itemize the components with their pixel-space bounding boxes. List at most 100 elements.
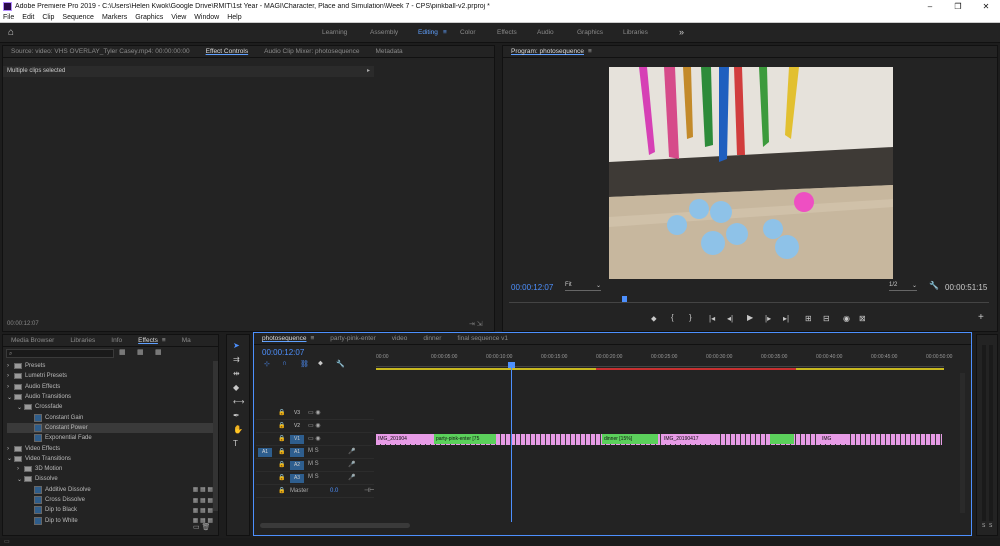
mute-solo-icon[interactable]: M S [308,448,319,454]
effects-tree-item[interactable]: Constant Gain [7,412,213,422]
panel-menu-icon[interactable]: ≡ [162,337,166,344]
workspace-editing[interactable]: Editing [418,29,438,36]
effects-tree-item[interactable]: › Presets [7,361,213,371]
go-to-end-icon[interactable]: ⊣⊢ [364,487,374,494]
chevron-right-icon[interactable]: › [17,466,24,472]
32bit-effects-icon[interactable]: ▦ [137,348,144,356]
chevron-down-icon[interactable]: ⌄ [17,476,24,483]
workspace-libraries[interactable]: Libraries [623,29,648,36]
mute-solo-icon[interactable]: M S [308,474,319,480]
tab-metadata[interactable]: Metadata [376,48,403,55]
program-scrubber[interactable] [509,295,989,303]
effects-tree-item[interactable]: ⌄ Dissolve [7,474,213,484]
sync-visibility-icon[interactable]: ▭ ◉ [308,422,321,429]
tab-party-pink-enter[interactable]: party-pink-enter [330,335,376,342]
source-patch-a1[interactable]: A1 [258,448,272,457]
timeline-settings-icon[interactable]: 🔧 [336,360,345,368]
maximize-button[interactable]: ❐ [944,2,972,11]
lock-icon[interactable]: 🔒 [278,409,285,416]
slip-tool-icon[interactable]: ⟷ [233,397,244,406]
lock-icon[interactable]: 🔒 [278,435,285,442]
playhead-marker[interactable] [622,296,627,302]
export-frame-icon[interactable]: ⇥ ⇲ [469,320,483,328]
menu-graphics[interactable]: Graphics [135,14,163,21]
microphone-icon[interactable]: 🎤 [348,448,355,455]
workspace-assembly[interactable]: Assembly [370,29,398,36]
selection-tool-icon[interactable]: ➤ [233,341,240,350]
chevron-down-icon[interactable]: ⌄ [7,455,14,462]
clip-img-201904[interactable]: IMG_201904 [376,434,432,444]
lock-icon[interactable]: 🔒 [278,487,285,494]
tab-final-sequence-v1[interactable]: final sequence v1 [457,335,508,342]
menu-view[interactable]: View [171,14,186,21]
lift-icon[interactable]: ⊞ [805,314,812,323]
new-bin-icon[interactable]: ▭ 🗑 [193,523,210,531]
go-to-in-icon[interactable]: |◂ [709,314,715,323]
track-label[interactable]: V3 [290,409,304,418]
effects-tree-item[interactable]: Dip to White ▦ ▦ ▦ [7,515,213,525]
menu-window[interactable]: Window [194,14,219,21]
tab-video[interactable]: video [392,335,408,342]
tab-program[interactable]: Program: photosequence [511,48,584,55]
settings-wrench-icon[interactable]: 🔧 [929,281,939,290]
effects-tree-item[interactable]: Exponential Fade [7,433,213,443]
clip-party-pink-enter[interactable]: party-pink-enter [75 [434,434,496,444]
tab-audio-clip-mixer[interactable]: Audio Clip Mixer: photosequence [264,48,359,55]
insert-sequence-icon[interactable]: ⊹ [264,360,270,368]
solo-right[interactable]: S [989,523,992,529]
workspace-graphics[interactable]: Graphics [577,29,603,36]
clip-green-2[interactable] [770,434,794,444]
tab-dinner[interactable]: dinner [423,335,441,342]
microphone-icon[interactable]: 🎤 [348,461,355,468]
tab-info[interactable]: Info [111,337,122,344]
lock-icon[interactable]: 🔒 [278,448,285,455]
effects-tree-item[interactable]: ⌄ Crossfade [7,402,213,412]
menu-markers[interactable]: Markers [102,14,127,21]
master-volume-value[interactable]: 0.0 [330,488,338,494]
workspace-learning[interactable]: Learning [322,29,347,36]
mute-solo-icon[interactable]: M S [308,461,319,467]
track-label[interactable]: A2 [290,461,304,470]
linked-selection-icon[interactable]: ⛓ [300,360,309,368]
fit-dropdown[interactable]: Fit ⌄ [565,282,601,291]
effects-search-input[interactable]: ⌕ [6,349,114,358]
step-back-icon[interactable]: ◂| [727,314,733,323]
workspace-effects[interactable]: Effects [497,29,517,36]
play-icon[interactable]: ▶ [747,313,753,322]
lock-icon[interactable]: 🔒 [278,422,285,429]
timeline-timecode[interactable]: 00:00:12:07 [262,348,304,357]
menu-clip[interactable]: Clip [42,14,54,21]
menu-help[interactable]: Help [227,14,241,21]
type-tool-icon[interactable]: T [233,439,238,448]
workspace-audio[interactable]: Audio [537,29,554,36]
track-label[interactable]: A1 [290,448,304,457]
timeline-playhead[interactable] [511,362,512,522]
vertical-scrollbar[interactable] [960,373,965,513]
program-timecode[interactable]: 00:00:12:07 [511,283,553,292]
minimize-button[interactable]: – [916,2,944,11]
chevron-right-icon[interactable]: › [7,384,14,390]
clip-img-20190417[interactable]: IMG_20190417 [662,434,718,444]
yuv-effects-icon[interactable]: ▦ [155,348,162,356]
tab-markers[interactable]: Ma [182,337,191,344]
effects-tree-item[interactable]: Constant Power [7,422,213,434]
menu-edit[interactable]: Edit [22,14,34,21]
menu-file[interactable]: File [3,14,14,21]
track-select-tool-icon[interactable]: ⇉ [233,355,240,364]
clip-dinner[interactable]: dinner [15%] [602,434,658,444]
sync-visibility-icon[interactable]: ▭ ◉ [308,409,321,416]
hand-tool-icon[interactable]: ✋ [233,425,243,434]
close-button[interactable]: ✕ [972,2,1000,11]
pen-tool-icon[interactable]: ✒ [233,411,240,420]
chevron-right-icon[interactable]: › [7,363,14,369]
effects-tree-item[interactable]: Additive Dissolve ▦ ▦ ▦ [7,485,213,495]
tab-effects[interactable]: Effects [138,337,158,344]
extract-icon[interactable]: ⊟ [823,314,830,323]
tab-media-browser[interactable]: Media Browser [11,337,54,344]
effects-tree-item[interactable]: Dip to Black ▦ ▦ ▦ [7,505,213,515]
effects-tree-item[interactable]: › 3D Motion [7,464,213,474]
ripple-edit-tool-icon[interactable]: ⇹ [233,369,240,378]
panel-menu-icon[interactable]: ≡ [588,48,592,55]
clip-img[interactable]: IMG [820,434,848,444]
workspace-menu-icon[interactable]: ≡ [443,29,447,36]
